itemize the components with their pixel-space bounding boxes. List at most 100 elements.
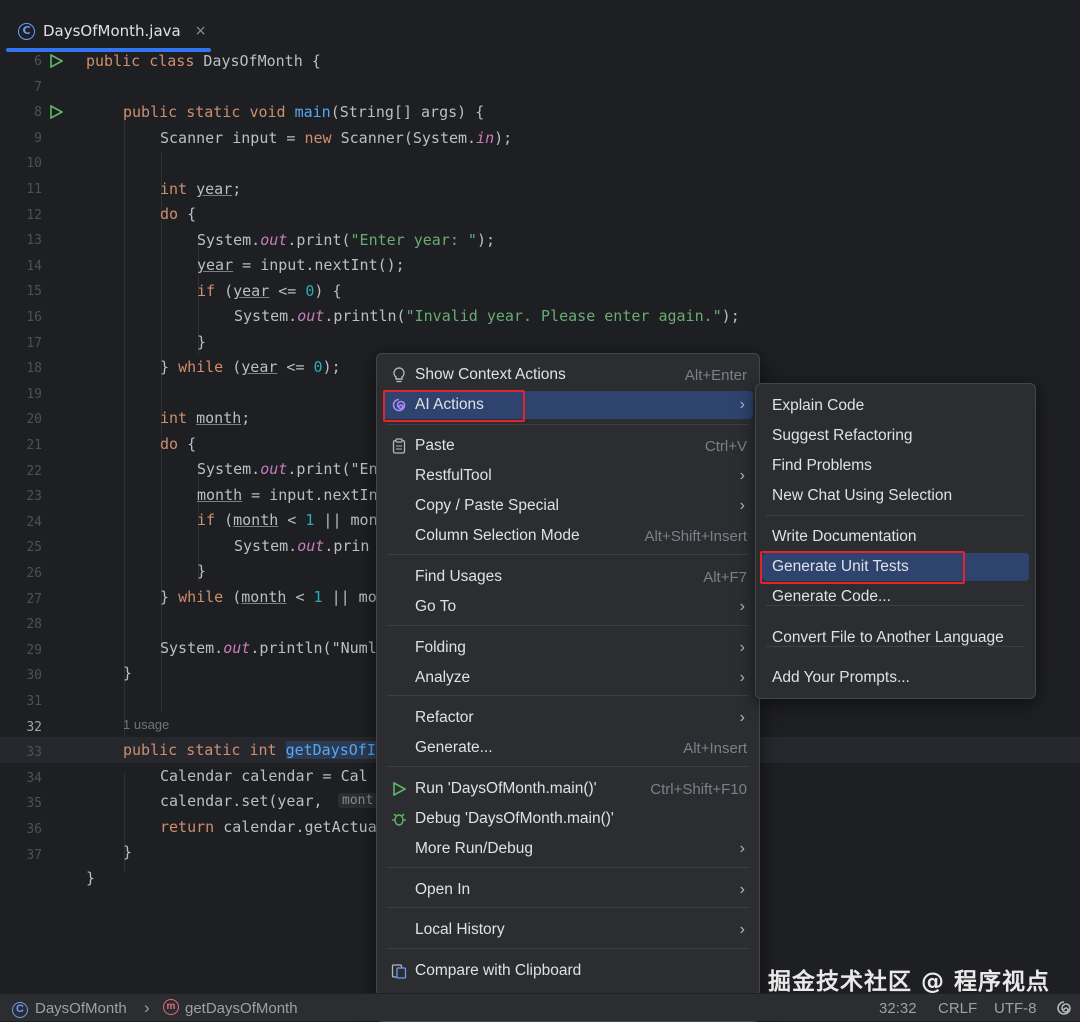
menu-item-go-to[interactable]: Go To › xyxy=(383,593,753,621)
menu-separator xyxy=(387,625,749,626)
menu-item-more-run-debug[interactable]: More Run/Debug › xyxy=(383,835,753,863)
menu-item-open-in[interactable]: Open In › xyxy=(383,876,753,904)
caret-position[interactable]: 32:32 xyxy=(879,1000,917,1017)
menu-item-find-usages[interactable]: Find Usages Alt+F7 xyxy=(383,563,753,591)
menu-separator xyxy=(387,948,749,949)
line-number: 12 xyxy=(26,207,42,223)
line-number: 18 xyxy=(26,361,42,377)
breadcrumb-method[interactable]: getDaysOfMonth xyxy=(185,1000,298,1017)
code-line: calendar.set(year, xyxy=(160,792,332,810)
line-number: 13 xyxy=(26,233,42,249)
line-number: 9 xyxy=(34,130,42,146)
watermark: 掘金技术社区 @ 程序视点 xyxy=(768,969,1051,995)
code-line: } xyxy=(197,333,207,351)
run-gutter-icon[interactable] xyxy=(49,54,63,68)
line-ending[interactable]: CRLF xyxy=(938,1000,977,1017)
line-number: 26 xyxy=(26,566,42,581)
submenu-item-add-your-prompts[interactable]: Add Your Prompts... xyxy=(762,664,1029,692)
menu-item-label: RestfulTool xyxy=(415,467,492,484)
line-number: 22 xyxy=(26,463,42,479)
menu-item-label: Open In xyxy=(415,881,471,898)
breadcrumb-class[interactable]: DaysOfMonth xyxy=(35,1000,127,1017)
menu-item-label: Local History xyxy=(415,921,505,938)
code-line: System.out.prin xyxy=(234,537,370,555)
submenu-item-label: Write Documentation xyxy=(772,528,917,545)
status-bar: C DaysOfMonth › m getDaysOfMonth 32:32 C… xyxy=(0,993,1080,1021)
menu-item-label: Paste xyxy=(415,437,455,454)
bulb-icon xyxy=(391,367,407,383)
breadcrumb-separator: › xyxy=(144,998,150,1017)
menu-item-label: Show Context Actions xyxy=(415,366,566,383)
code-line: Calendar calendar = Cal xyxy=(160,767,368,785)
menu-item-analyze[interactable]: Analyze › xyxy=(383,664,753,692)
code-line: int month; xyxy=(160,409,251,427)
menu-item-show-context-actions[interactable]: Show Context Actions Alt+Enter xyxy=(383,361,753,389)
menu-item-shortcut: Alt+F7 xyxy=(703,568,747,586)
menu-item-column-selection-mode[interactable]: Column Selection Mode Alt+Shift+Insert xyxy=(383,522,753,550)
menu-item-shortcut: Alt+Enter xyxy=(684,366,747,384)
menu-item-label: Copy / Paste Special xyxy=(415,497,559,514)
line-number: 33 xyxy=(26,745,42,761)
menu-separator xyxy=(387,907,749,908)
submenu-item-generate-code[interactable]: Generate Code... xyxy=(762,583,1029,611)
line-number: 37 xyxy=(26,847,42,863)
line-number: 15 xyxy=(26,284,42,300)
ai-assistant-icon[interactable] xyxy=(1056,1000,1072,1016)
code-line: System.out.println("Numl xyxy=(160,639,377,657)
code-line: } xyxy=(123,843,133,861)
parameter-hint: mont xyxy=(338,793,378,808)
tab-days-of-month[interactable]: C DaysOfMonth.java × xyxy=(6,12,211,50)
code-line: do { xyxy=(160,205,197,223)
chevron-right-icon: › xyxy=(739,921,745,938)
menu-item-paste[interactable]: Paste Ctrl+V xyxy=(383,432,753,460)
ai-actions-submenu: Explain Code Suggest Refactoring Find Prob… xyxy=(755,383,1036,699)
menu-item-generate[interactable]: Generate... Alt+Insert xyxy=(383,734,753,762)
menu-item-local-history[interactable]: Local History › xyxy=(383,916,753,944)
menu-item-copy-paste-special[interactable]: Copy / Paste Special › xyxy=(383,492,753,520)
code-line: Scanner input = new Scanner(System.in); xyxy=(160,129,513,147)
submenu-item-convert-file-to-another-language[interactable]: Convert File to Another Language xyxy=(762,624,1029,652)
close-icon[interactable]: × xyxy=(195,23,207,39)
menu-item-restfultool[interactable]: RestfulTool › xyxy=(383,462,753,490)
menu-item-folding[interactable]: Folding › xyxy=(383,634,753,662)
usage-hint[interactable]: 1 usage xyxy=(123,717,169,732)
chevron-right-icon: › xyxy=(739,669,745,686)
submenu-item-label: Add Your Prompts... xyxy=(772,669,910,686)
code-line: } xyxy=(197,562,207,580)
status-java-icon: C xyxy=(12,999,28,1018)
line-number: 6 xyxy=(34,54,42,69)
line-number: 17 xyxy=(26,335,42,351)
submenu-item-label: Generate Code... xyxy=(772,588,891,605)
line-number: 25 xyxy=(26,540,42,556)
menu-item-debug-daysofmonth-main[interactable]: Debug 'DaysOfMonth.main()' xyxy=(383,805,753,833)
submenu-item-suggest-refactoring[interactable]: Suggest Refactoring xyxy=(762,422,1029,450)
menu-item-shortcut: Ctrl+V xyxy=(704,437,747,455)
submenu-item-label: New Chat Using Selection xyxy=(772,487,953,504)
line-number: 29 xyxy=(26,642,42,658)
line-number: 21 xyxy=(26,438,42,453)
run-icon xyxy=(391,781,407,797)
tab-label: DaysOfMonth.java xyxy=(43,22,181,40)
line-number: 8 xyxy=(34,105,42,121)
code-line: } xyxy=(86,869,96,887)
submenu-item-write-documentation[interactable]: Write Documentation xyxy=(762,523,1029,551)
submenu-item-find-problems[interactable]: Find Problems xyxy=(762,452,1029,480)
code-line: int year; xyxy=(160,180,242,198)
submenu-item-explain-code[interactable]: Explain Code xyxy=(762,392,1029,420)
code-line: month = input.nextIn xyxy=(197,486,378,504)
menu-item-compare-with-clipboard[interactable]: Compare with Clipboard xyxy=(383,957,753,985)
file-encoding[interactable]: UTF-8 xyxy=(994,1000,1037,1017)
menu-item-refactor[interactable]: Refactor › xyxy=(383,704,753,732)
code-line: public class DaysOfMonth { xyxy=(86,52,321,70)
menu-item-shortcut: Ctrl+Shift+F10 xyxy=(650,780,747,798)
submenu-item-new-chat-using-selection[interactable]: New Chat Using Selection xyxy=(762,482,1029,510)
line-number: 24 xyxy=(26,514,42,530)
code-line: } while (year <= 0); xyxy=(160,358,341,376)
chevron-right-icon: › xyxy=(739,467,745,484)
menu-separator xyxy=(387,766,749,767)
menu-item-run-daysofmonth-main[interactable]: Run 'DaysOfMonth.main()' Ctrl+Shift+F10 xyxy=(383,775,753,803)
run-gutter-icon[interactable] xyxy=(49,105,63,119)
debug-icon xyxy=(391,811,407,827)
clipboard-icon xyxy=(391,438,407,454)
chevron-right-icon: › xyxy=(739,881,745,898)
